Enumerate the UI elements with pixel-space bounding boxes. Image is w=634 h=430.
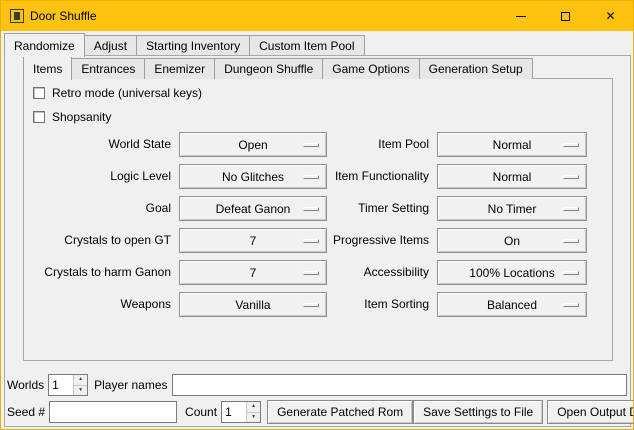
dropdown-logic-level-value: No Glitches	[222, 170, 284, 184]
field-label-world-state: World State	[25, 132, 171, 157]
dropdown-goal-value: Defeat Ganon	[216, 202, 291, 216]
close-button[interactable]: ✕	[588, 1, 633, 31]
field-label-item-sorting: Item Sorting	[296, 292, 429, 317]
dropdown-indicator-icon	[563, 239, 579, 243]
count-spin-arrows: ▲ ▼	[246, 402, 260, 422]
retro-mode-checkbox[interactable]	[33, 87, 45, 99]
maximize-icon	[561, 12, 570, 21]
seed-input[interactable]	[49, 401, 177, 423]
dropdown-item-functionality[interactable]: Normal	[437, 164, 587, 189]
tab-dungeon-shuffle[interactable]: Dungeon Shuffle	[214, 58, 323, 79]
worlds-spinner[interactable]: ▲ ▼	[48, 374, 88, 396]
field-label-weapons: Weapons	[25, 292, 171, 317]
window-controls: ✕	[498, 1, 633, 31]
tab-generation-setup[interactable]: Generation Setup	[419, 58, 533, 79]
field-label-crystals-ganon: Crystals to harm Ganon	[25, 260, 171, 285]
dropdown-crystals-ganon-value: 7	[250, 266, 257, 280]
spin-down-icon[interactable]: ▼	[247, 412, 260, 423]
generate-patched-rom-button[interactable]: Generate Patched Rom	[267, 400, 413, 424]
dropdown-indicator-icon	[563, 143, 579, 147]
seed-row: Seed # Count ▲ ▼ Generate Patched Rom Sa…	[7, 400, 627, 424]
count-label: Count	[185, 405, 217, 419]
spin-up-icon[interactable]: ▲	[74, 375, 87, 385]
titlebar[interactable]: Door Shuffle ✕	[1, 1, 633, 31]
dropdown-item-pool[interactable]: Normal	[437, 132, 587, 157]
dropdown-timer-setting-value: No Timer	[488, 202, 537, 216]
field-label-progressive-items: Progressive Items	[296, 228, 429, 253]
settings-tabstrip: Items Entrances Enemizer Dungeon Shuffle…	[23, 58, 532, 79]
count-input[interactable]	[222, 402, 246, 422]
dropdown-accessibility-value: 100% Locations	[469, 266, 554, 280]
dropdown-item-functionality-value: Normal	[493, 170, 532, 184]
field-label-timer-setting: Timer Setting	[296, 196, 429, 221]
dropdown-item-pool-value: Normal	[493, 138, 532, 152]
shopsanity-label: Shopsanity	[52, 110, 111, 124]
dropdown-indicator-icon	[563, 175, 579, 179]
seed-label: Seed #	[7, 405, 45, 419]
shopsanity-checkbox[interactable]	[33, 111, 45, 123]
worlds-row: Worlds ▲ ▼ Player names	[7, 373, 627, 397]
window-title: Door Shuffle	[30, 9, 97, 23]
dropdown-weapons-value: Vanilla	[235, 298, 270, 312]
tab-game-options[interactable]: Game Options	[322, 58, 419, 79]
tab-enemizer[interactable]: Enemizer	[144, 58, 215, 79]
field-label-goal: Goal	[25, 196, 171, 221]
dropdown-progressive-items[interactable]: On	[437, 228, 587, 253]
tab-randomize[interactable]: Randomize	[4, 33, 85, 57]
count-spinner[interactable]: ▲ ▼	[221, 401, 261, 423]
minimize-button[interactable]	[498, 1, 543, 31]
tab-custom-item-pool[interactable]: Custom Item Pool	[249, 35, 364, 56]
dropdown-indicator-icon	[563, 207, 579, 211]
field-label-item-pool: Item Pool	[296, 132, 429, 157]
worlds-label: Worlds	[7, 378, 44, 392]
spin-up-icon[interactable]: ▲	[247, 402, 260, 412]
dropdown-indicator-icon	[563, 271, 579, 275]
app-window: Door Shuffle ✕ Randomize Adjust Starting…	[0, 0, 634, 430]
dropdown-item-sorting[interactable]: Balanced	[437, 292, 587, 317]
maximize-button[interactable]	[543, 1, 588, 31]
player-names-label: Player names	[94, 378, 167, 392]
dropdown-crystals-gt-value: 7	[250, 234, 257, 248]
worlds-spin-arrows: ▲ ▼	[73, 375, 87, 395]
field-label-accessibility: Accessibility	[296, 260, 429, 285]
shopsanity-option[interactable]: Shopsanity	[33, 110, 111, 124]
retro-mode-option[interactable]: Retro mode (universal keys)	[33, 86, 202, 100]
dropdown-indicator-icon	[563, 303, 579, 307]
field-label-item-functionality: Item Functionality	[296, 164, 429, 189]
field-label-logic-level: Logic Level	[25, 164, 171, 189]
tab-starting-inventory[interactable]: Starting Inventory	[136, 35, 250, 56]
spin-down-icon[interactable]: ▼	[74, 385, 87, 396]
minimize-icon	[516, 16, 526, 17]
field-label-crystals-gt: Crystals to open GT	[25, 228, 171, 253]
app-icon	[10, 9, 24, 23]
main-tabstrip: Randomize Adjust Starting Inventory Cust…	[4, 33, 364, 56]
tab-items[interactable]: Items	[23, 56, 72, 80]
open-output-directory-button[interactable]: Open Output Directory	[547, 400, 634, 424]
dropdown-progressive-items-value: On	[504, 234, 520, 248]
dropdown-item-sorting-value: Balanced	[487, 298, 537, 312]
player-names-input[interactable]	[172, 374, 628, 396]
tab-entrances[interactable]: Entrances	[71, 58, 145, 79]
close-icon: ✕	[605, 10, 615, 22]
dropdown-timer-setting[interactable]: No Timer	[437, 196, 587, 221]
dropdown-accessibility[interactable]: 100% Locations	[437, 260, 587, 285]
tab-adjust[interactable]: Adjust	[84, 35, 137, 56]
save-settings-button[interactable]: Save Settings to File	[413, 400, 543, 424]
dropdown-world-state-value: Open	[238, 138, 267, 152]
retro-mode-label: Retro mode (universal keys)	[52, 86, 202, 100]
worlds-input[interactable]	[49, 375, 73, 395]
